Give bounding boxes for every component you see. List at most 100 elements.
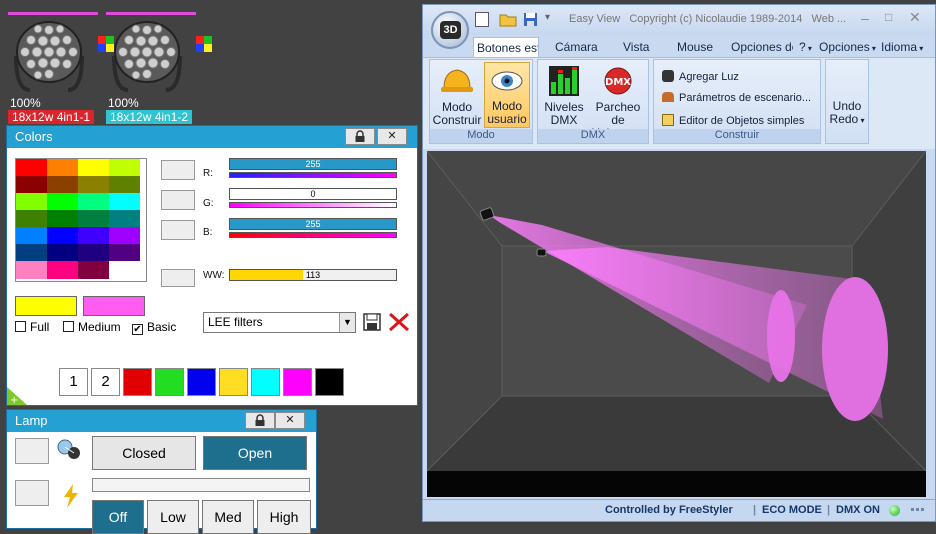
palette-color-swatch[interactable] [78, 159, 109, 177]
palette-color-swatch[interactable] [78, 261, 109, 279]
option-full[interactable]: Full [15, 320, 49, 334]
option-medium[interactable]: Medium [63, 320, 121, 334]
slider-ww[interactable]: 113 [229, 269, 397, 281]
slider-r[interactable]: 255 [229, 158, 397, 178]
delete-icon[interactable] [388, 312, 410, 332]
palette-color-swatch[interactable] [109, 261, 140, 279]
floppy-disk-icon[interactable] [363, 313, 381, 331]
palette-color-swatch[interactable] [78, 210, 109, 228]
opciones-menu[interactable]: Opciones ▾ [819, 37, 876, 57]
help-menu[interactable]: ? ▾ [799, 37, 812, 57]
palette-color-swatch[interactable] [109, 227, 140, 245]
preset-color-button[interactable] [219, 368, 248, 396]
palette-color-swatch[interactable] [16, 176, 47, 194]
palette-color-swatch[interactable] [78, 193, 109, 211]
checkbox-medium[interactable] [63, 321, 74, 332]
palette-color-swatch[interactable] [109, 159, 140, 177]
palette-color-swatch[interactable] [47, 244, 78, 262]
undo-redo-button[interactable]: Undo Redo ▾ [826, 100, 868, 127]
palette-color-swatch[interactable] [16, 261, 47, 279]
channel-g-button[interactable] [161, 190, 195, 210]
app-logo-button[interactable]: 3D [431, 11, 469, 49]
close-window-button[interactable]: ✕ [909, 9, 921, 26]
palette-color-swatch[interactable] [78, 244, 109, 262]
fixture-model-2[interactable] [536, 248, 547, 257]
tab-vista[interactable]: Vista [623, 37, 649, 57]
checkbox-basic[interactable]: ✔ [132, 324, 143, 335]
editor-objetos-button[interactable]: Editor de Objetos simples [662, 114, 804, 127]
preset-color-button[interactable] [187, 368, 216, 396]
palette-color-swatch[interactable] [16, 244, 47, 262]
tab-camara[interactable]: Cámara [555, 37, 598, 57]
resize-grip-icon[interactable] [911, 508, 914, 511]
palette-color-swatch[interactable] [16, 227, 47, 245]
palette-color-swatch[interactable] [47, 193, 78, 211]
palette-color-swatch[interactable] [47, 176, 78, 194]
parametros-button[interactable]: Parámetros de escenario... [662, 92, 811, 104]
preset-color-button[interactable] [155, 368, 184, 396]
qa-dropdown-icon[interactable]: ▾ [545, 12, 550, 23]
lock-icon[interactable] [345, 128, 375, 145]
niveles-dmx-button[interactable]: Niveles DMX [540, 66, 588, 128]
palette-color-swatch[interactable] [109, 210, 140, 228]
level-high-button[interactable]: High [257, 500, 311, 534]
tab-mouse[interactable]: Mouse [677, 37, 713, 57]
3d-viewport[interactable] [427, 151, 926, 497]
preset-color-button[interactable] [123, 368, 152, 396]
idioma-menu[interactable]: Idioma ▾ [881, 37, 923, 57]
slider-b[interactable]: 255 [229, 218, 397, 238]
agregar-luz-button[interactable]: Agregar Luz [662, 70, 739, 83]
filter-select[interactable]: LEE filters ▼ [203, 312, 356, 333]
closed-button[interactable]: Closed [92, 436, 196, 470]
level-off-button[interactable]: Off [92, 500, 144, 534]
lock-icon[interactable] [245, 412, 275, 429]
palette-color-swatch[interactable] [109, 193, 140, 211]
channel-b-button[interactable] [161, 220, 195, 240]
preview-swatch-left[interactable] [15, 296, 77, 316]
preset-color-button[interactable] [251, 368, 280, 396]
palette-color-swatch[interactable] [78, 176, 109, 194]
palette-color-swatch[interactable] [47, 261, 78, 279]
chevron-down-icon[interactable]: ▼ [339, 313, 355, 332]
parcheo-button[interactable]: DMX Parcheo de Universos [588, 66, 648, 140]
channel-ww-button[interactable] [161, 269, 195, 287]
palette-color-swatch[interactable] [78, 227, 109, 245]
palette-color-swatch[interactable] [47, 210, 78, 228]
open-button[interactable]: Open [203, 436, 307, 470]
tab-botones[interactable]: Botones est [473, 37, 539, 57]
palette-color-swatch[interactable] [109, 176, 140, 194]
preset-2-button[interactable]: 2 [91, 368, 120, 396]
maximize-button[interactable]: □ [885, 10, 892, 24]
option-basic[interactable]: ✔ Basic [132, 320, 176, 335]
open-folder-icon[interactable] [499, 12, 517, 27]
resize-corner-icon[interactable]: + [7, 387, 29, 405]
minimize-button[interactable]: – [861, 10, 869, 26]
power-button[interactable] [15, 480, 49, 506]
palette-color-swatch[interactable] [47, 159, 78, 177]
preset-1-button[interactable]: 1 [59, 368, 88, 396]
lamp-panel-titlebar[interactable]: Lamp ✕ [7, 410, 316, 432]
level-low-button[interactable]: Low [147, 500, 199, 534]
close-icon[interactable]: ✕ [377, 128, 407, 145]
preset-color-button[interactable] [283, 368, 312, 396]
slider-g[interactable]: 0 [229, 188, 397, 208]
palette-color-swatch[interactable] [16, 210, 47, 228]
window-titlebar[interactable]: ▾ Easy View Copyright (c) Nicolaudie 198… [423, 5, 935, 35]
modo-usuario-button[interactable]: Modo usuario [484, 62, 530, 128]
shutter-button[interactable] [15, 438, 49, 464]
colors-panel-titlebar[interactable]: Colors ✕ [7, 126, 417, 148]
palette-color-swatch[interactable] [16, 193, 47, 211]
new-file-icon[interactable] [475, 12, 489, 27]
checkbox-full[interactable] [15, 321, 26, 332]
preset-color-button[interactable] [315, 368, 344, 396]
palette-color-swatch[interactable] [109, 244, 140, 262]
palette-color-swatch[interactable] [16, 159, 47, 177]
save-icon[interactable] [523, 12, 538, 27]
tab-opciones-de[interactable]: Opciones de [731, 37, 793, 57]
close-icon[interactable]: ✕ [275, 412, 305, 429]
level-med-button[interactable]: Med [202, 500, 254, 534]
modo-construir-button[interactable]: Modo Construir [432, 66, 482, 128]
preview-swatch-right[interactable] [83, 296, 145, 316]
palette-color-swatch[interactable] [47, 227, 78, 245]
channel-r-button[interactable] [161, 160, 195, 180]
